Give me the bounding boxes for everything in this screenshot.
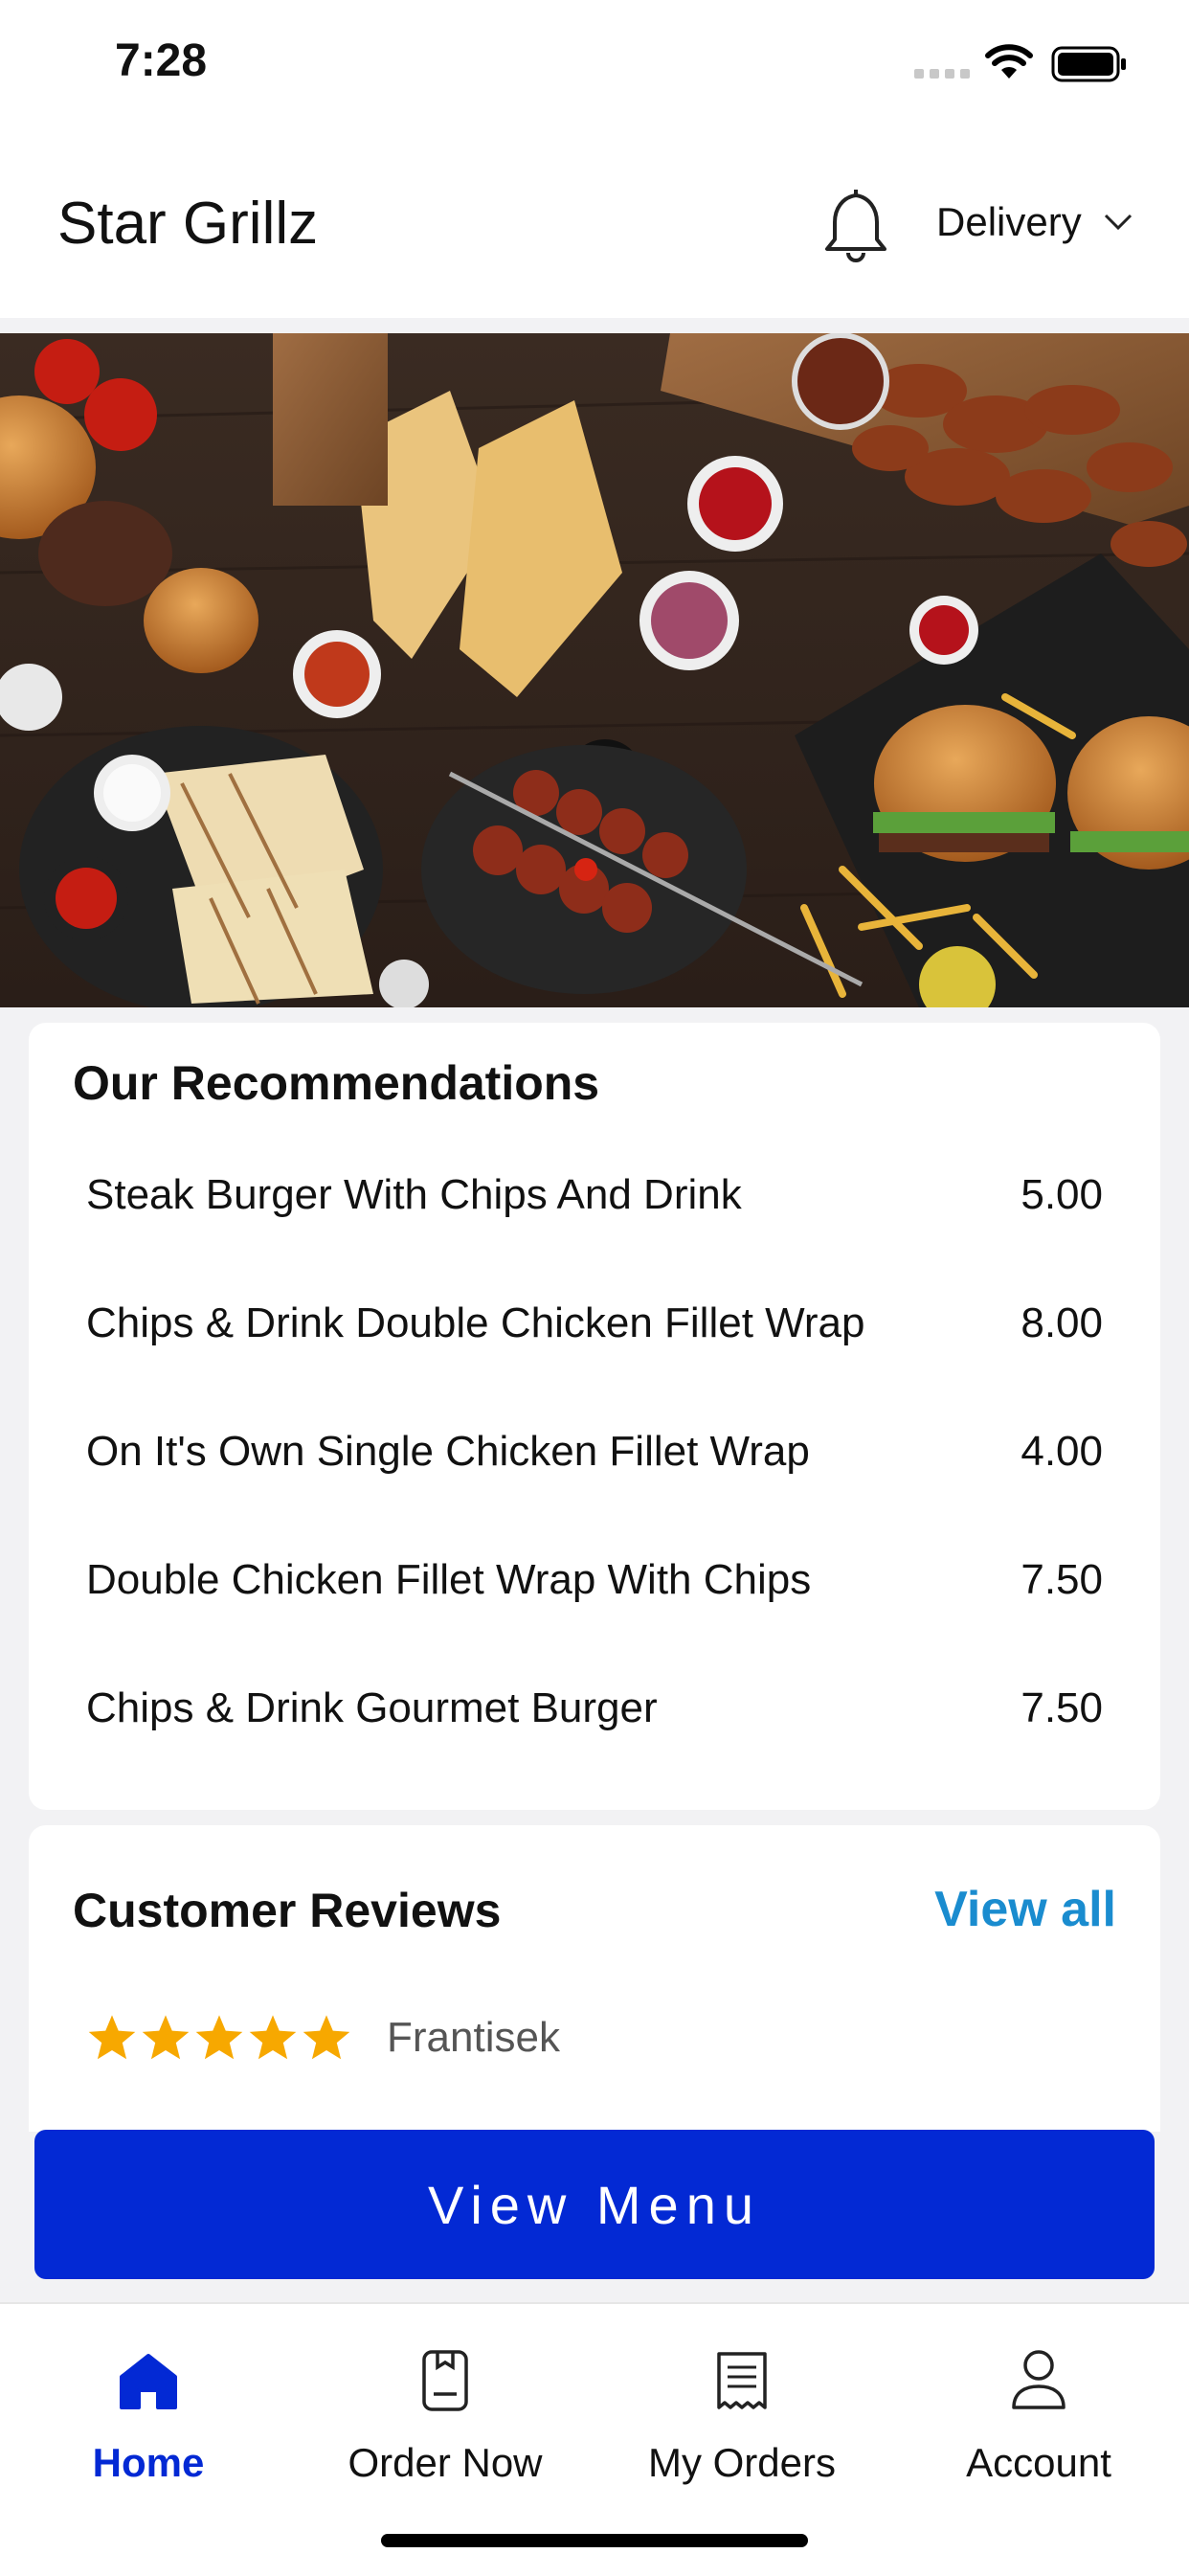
review-item[interactable]: Frantisek [86, 2013, 560, 2063]
nav-item-account[interactable]: Account [890, 2342, 1187, 2486]
page-title: Star Grillz [57, 191, 319, 257]
order-icon [422, 2350, 468, 2411]
status-bar: 7:28 [0, 0, 1189, 134]
list-item[interactable]: Steak Burger With Chips And Drink 5.00 [86, 1147, 1103, 1243]
item-price: 4.00 [1021, 1428, 1103, 1475]
nav-item-home[interactable]: Home [0, 2342, 297, 2486]
signal-icon [914, 69, 970, 79]
item-name: Chips & Drink Double Chicken Fillet Wrap [86, 1299, 865, 1346]
star-icon [195, 2015, 243, 2060]
app-header: Star Grillz Delivery [0, 134, 1189, 318]
star-icon [88, 2015, 136, 2060]
nav-label: Home [92, 2440, 205, 2485]
item-name: Chips & Drink Gourmet Burger [86, 1684, 658, 1731]
home-icon [120, 2354, 177, 2409]
bell-icon[interactable] [821, 184, 890, 264]
nav-item-my-orders[interactable]: My Orders [594, 2342, 890, 2486]
receipt-icon [717, 2352, 767, 2409]
list-item[interactable]: Chips & Drink Double Chicken Fillet Wrap… [86, 1276, 1103, 1371]
view-menu-button[interactable]: View Menu [34, 2130, 1155, 2279]
star-icon [142, 2015, 190, 2060]
view-all-link[interactable]: View all [934, 1881, 1116, 1938]
item-name: Double Chicken Fillet Wrap With Chips [86, 1556, 812, 1603]
nav-label: Order Now [348, 2440, 543, 2485]
item-price: 5.00 [1021, 1171, 1103, 1218]
delivery-selector[interactable]: Delivery [936, 199, 1133, 245]
wifi-icon [985, 44, 1033, 79]
star-icon [303, 2015, 350, 2060]
reviews-title: Customer Reviews [73, 1884, 502, 1937]
nav-item-order-now[interactable]: Order Now [297, 2342, 594, 2486]
list-item[interactable]: Chips & Drink Gourmet Burger 7.50 [86, 1661, 1103, 1756]
item-price: 7.50 [1021, 1556, 1103, 1603]
item-price: 7.50 [1021, 1684, 1103, 1731]
nav-label: Account [966, 2440, 1111, 2485]
home-indicator [381, 2534, 808, 2547]
delivery-label: Delivery [936, 199, 1082, 244]
recommendations-card: Our Recommendations Steak Burger With Ch… [29, 1023, 1160, 1810]
recommendations-title: Our Recommendations [73, 1056, 600, 1110]
list-item[interactable]: On It's Own Single Chicken Fillet Wrap 4… [86, 1404, 1103, 1500]
status-time: 7:28 [115, 35, 208, 86]
item-name: On It's Own Single Chicken Fillet Wrap [86, 1428, 810, 1475]
nav-label: My Orders [647, 2440, 836, 2485]
reviewer-name: Frantisek [387, 2014, 560, 2061]
list-item[interactable]: Double Chicken Fillet Wrap With Chips 7.… [86, 1532, 1103, 1628]
star-icon [249, 2015, 297, 2060]
hero-food-image [0, 333, 1189, 1007]
item-name: Steak Burger With Chips And Drink [86, 1171, 742, 1218]
user-icon [1012, 2350, 1066, 2409]
reviews-card: Customer Reviews View all Frantisek [29, 1825, 1160, 2132]
star-rating [86, 2013, 352, 2063]
header-divider [0, 318, 1189, 333]
battery-icon [1051, 46, 1126, 82]
item-price: 8.00 [1021, 1299, 1103, 1346]
chevron-down-icon [1104, 214, 1132, 231]
